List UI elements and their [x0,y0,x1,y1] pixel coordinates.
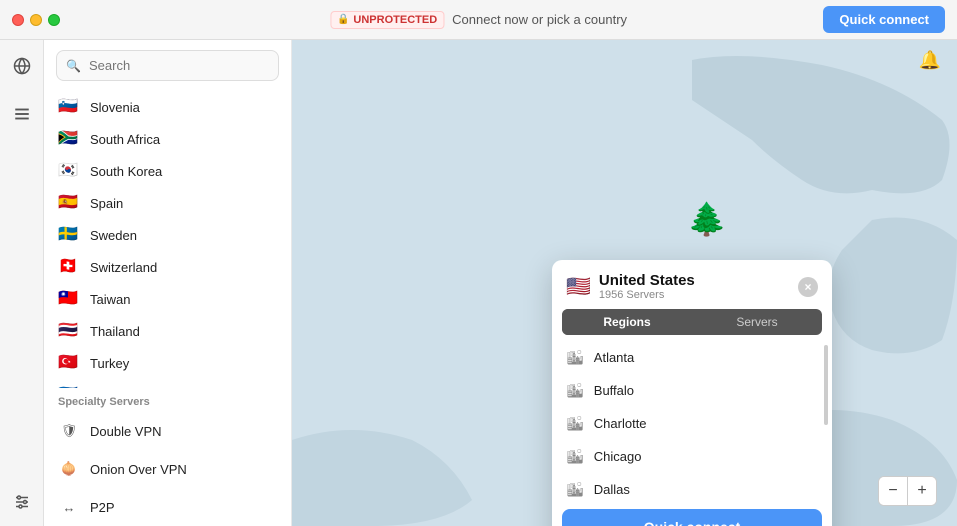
city-icon: 🏙 [566,448,584,465]
country-item[interactable]: 🇺🇦Ukraine [44,379,291,388]
specialty-icon: 🛡 [58,420,80,442]
status-badge: 🔒 UNPROTECTED [330,11,444,29]
popup-city-list: 🏙 Atlanta 🏙 Buffalo 🏙 Charlotte 🏙 Chicago 🏙 Dalla… [552,341,832,501]
country-item[interactable]: 🇹🇭 Thailand [44,315,291,347]
map-area: 🌲 🌲 📍 🔔 🇺🇸 United States 1956 Servers × … [292,40,957,526]
popup-city-item[interactable]: 🏙 Buffalo [552,374,832,407]
settings-icon-button[interactable] [8,488,36,516]
country-name: Taiwan [90,292,130,307]
specialty-item[interactable]: 🧅 Onion Over VPN [44,450,291,488]
popup-server-count: 1956 Servers [599,289,695,301]
specialty-item[interactable]: ↔ P2P [44,488,291,526]
city-icon: 🏙 [566,481,584,498]
tab-servers[interactable]: Servers [692,309,822,335]
status-text: UNPROTECTED [353,14,437,26]
country-name: South Africa [90,132,160,147]
center-message: Connect now or pick a country [452,12,627,27]
specialty-section-header: Specialty Servers [44,388,291,412]
specialty-name: Onion Over VPN [90,462,187,477]
city-icon: 🏙 [566,415,584,432]
popup-city-item[interactable]: 🏙 Chicago [552,440,832,473]
country-item[interactable]: 🇪🇸 Spain [44,187,291,219]
minimize-button[interactable] [30,14,42,26]
country-flag: 🇹🇷 [58,355,80,371]
city-name: Chicago [594,449,642,464]
popup-city-item[interactable]: 🏙 Atlanta [552,341,832,374]
city-name: Dallas [594,482,630,497]
popup-country-info: 🇺🇸 United States 1956 Servers [566,272,695,301]
specialty-icon: ↔ [58,496,80,518]
country-name: Turkey [90,356,129,371]
lock-icon: 🔒 [337,14,349,25]
country-item[interactable]: 🇨🇭 Switzerland [44,251,291,283]
specialty-items: 🛡 Double VPN 🧅 Onion Over VPN ↔ P2P [44,412,291,526]
specialty-icon: 🧅 [58,458,80,480]
city-icon: 🏙 [566,382,584,399]
country-flag: 🇪🇸 [58,195,80,211]
tab-regions[interactable]: Regions [562,309,692,335]
popup-flag: 🇺🇸 [566,274,591,299]
country-item[interactable]: 🇿🇦 South Africa [44,123,291,155]
popup-tabs: Regions Servers [562,309,822,335]
country-flag: 🇹🇭 [58,323,80,339]
scroll-indicator [824,345,828,425]
search-icon: 🔍 [66,59,81,73]
city-name: Charlotte [594,416,647,431]
zoom-in-button[interactable]: + [908,477,936,505]
country-item[interactable]: 🇹🇼 Taiwan [44,283,291,315]
country-popup: 🇺🇸 United States 1956 Servers × Regions … [552,260,832,526]
tree-icon-1: 🌲 [687,200,727,238]
country-item[interactable]: 🇰🇷 South Korea [44,155,291,187]
popup-close-button[interactable]: × [798,277,818,297]
search-input[interactable] [56,50,279,81]
city-name: Atlanta [594,350,634,365]
country-flag: 🇰🇷 [58,163,80,179]
popup-quick-connect-button[interactable]: Quick connect [562,509,822,526]
country-name: Switzerland [90,260,157,275]
sidebar: 🔍 🇸🇮 Slovenia 🇿🇦 South Africa 🇰🇷 South Korea 🇪… [44,40,292,526]
maximize-button[interactable] [48,14,60,26]
country-name: Slovenia [90,100,140,115]
country-flag: 🇸🇪 [58,227,80,243]
close-button[interactable] [12,14,24,26]
country-flag: 🇿🇦 [58,131,80,147]
popup-text: United States 1956 Servers [599,272,695,301]
popup-city-item[interactable]: 🏙 Dallas [552,473,832,501]
country-item[interactable]: 🇸🇪 Sweden [44,219,291,251]
country-item[interactable]: 🇸🇮 Slovenia [44,91,291,123]
title-bar: 🔒 UNPROTECTED Connect now or pick a coun… [0,0,957,40]
country-name: Spain [90,196,123,211]
title-bar-center: 🔒 UNPROTECTED Connect now or pick a coun… [330,11,627,29]
zoom-out-button[interactable]: − [879,477,907,505]
zoom-controls: − + [878,476,937,506]
popup-country-name: United States [599,272,695,289]
search-box: 🔍 [56,50,279,81]
specialty-name: P2P [90,500,115,515]
country-item[interactable]: 🇹🇷 Turkey [44,347,291,379]
country-flag: 🇸🇮 [58,99,80,115]
popup-city-item[interactable]: 🏙 Charlotte [552,407,832,440]
popup-header: 🇺🇸 United States 1956 Servers × [552,260,832,309]
country-name: South Korea [90,164,162,179]
country-list: 🇸🇮 Slovenia 🇿🇦 South Africa 🇰🇷 South Korea 🇪🇸 S… [44,91,291,388]
specialty-item[interactable]: 🛡 Double VPN [44,412,291,450]
traffic-lights [12,14,60,26]
country-name: Thailand [90,324,140,339]
main-layout: 🔍 🇸🇮 Slovenia 🇿🇦 South Africa 🇰🇷 South Korea 🇪… [0,40,957,526]
specialty-name: Double VPN [90,424,162,439]
country-flag: 🇨🇭 [58,259,80,275]
country-name: Sweden [90,228,137,243]
bell-icon[interactable]: 🔔 [919,50,941,71]
city-name: Buffalo [594,383,634,398]
icon-bar [0,40,44,526]
city-icon: 🏙 [566,349,584,366]
country-flag: 🇹🇼 [58,291,80,307]
bars-icon-button[interactable] [8,100,36,128]
quick-connect-button[interactable]: Quick connect [823,6,945,33]
globe-icon-button[interactable] [8,52,36,80]
